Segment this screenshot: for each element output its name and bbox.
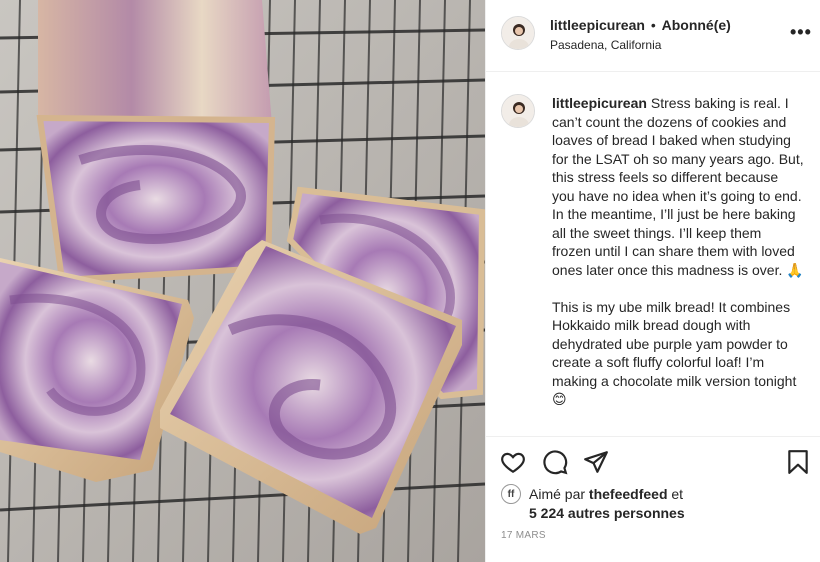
comment-icon[interactable] bbox=[542, 449, 568, 475]
post-image[interactable] bbox=[0, 0, 485, 562]
separator-dot: • bbox=[650, 17, 656, 33]
author-username[interactable]: littleepicurean bbox=[550, 17, 645, 33]
post-side-panel: littleepicurean • Abonné(e) Pasadena, Ca… bbox=[485, 0, 820, 562]
liker-avatar[interactable]: ff bbox=[501, 484, 521, 504]
avatar-picture bbox=[502, 17, 534, 49]
liked-by-prefix: Aimé par bbox=[529, 486, 586, 502]
likes-summary: ff Aimé par thefeedfeed et 5 224 autres … bbox=[501, 484, 811, 524]
avatar-picture bbox=[502, 95, 534, 127]
heart-icon[interactable] bbox=[500, 449, 526, 475]
liked-by-line: Aimé par thefeedfeed et bbox=[529, 486, 683, 502]
post-location[interactable]: Pasadena, California bbox=[550, 38, 661, 52]
post-date[interactable]: 17 MARS bbox=[501, 530, 546, 541]
caption-author-avatar[interactable] bbox=[501, 94, 535, 128]
liked-by-user-link[interactable]: thefeedfeed bbox=[589, 486, 668, 502]
post-caption: littleepicurean Stress baking is real. I … bbox=[552, 94, 804, 409]
caption-username[interactable]: littleepicurean bbox=[552, 95, 647, 111]
paper-plane-icon[interactable] bbox=[583, 449, 609, 475]
others-count-link[interactable]: 5 224 autres personnes bbox=[529, 505, 685, 521]
post-header: littleepicurean • Abonné(e) Pasadena, Ca… bbox=[486, 0, 820, 72]
liked-by-suffix: et bbox=[671, 486, 684, 502]
bookmark-icon[interactable] bbox=[785, 449, 811, 475]
more-options-icon[interactable]: ••• bbox=[790, 22, 812, 43]
post-actions-bar bbox=[486, 436, 820, 484]
follow-status-button[interactable]: Abonné(e) bbox=[662, 17, 731, 33]
author-avatar[interactable] bbox=[501, 16, 535, 50]
comments-area[interactable]: littleepicurean Stress baking is real. I … bbox=[486, 72, 820, 436]
caption-text: Stress baking is real. I can’t count the… bbox=[552, 95, 804, 407]
header-title-line: littleepicurean • Abonné(e) bbox=[550, 17, 731, 33]
ube-bread-photo bbox=[0, 0, 485, 562]
